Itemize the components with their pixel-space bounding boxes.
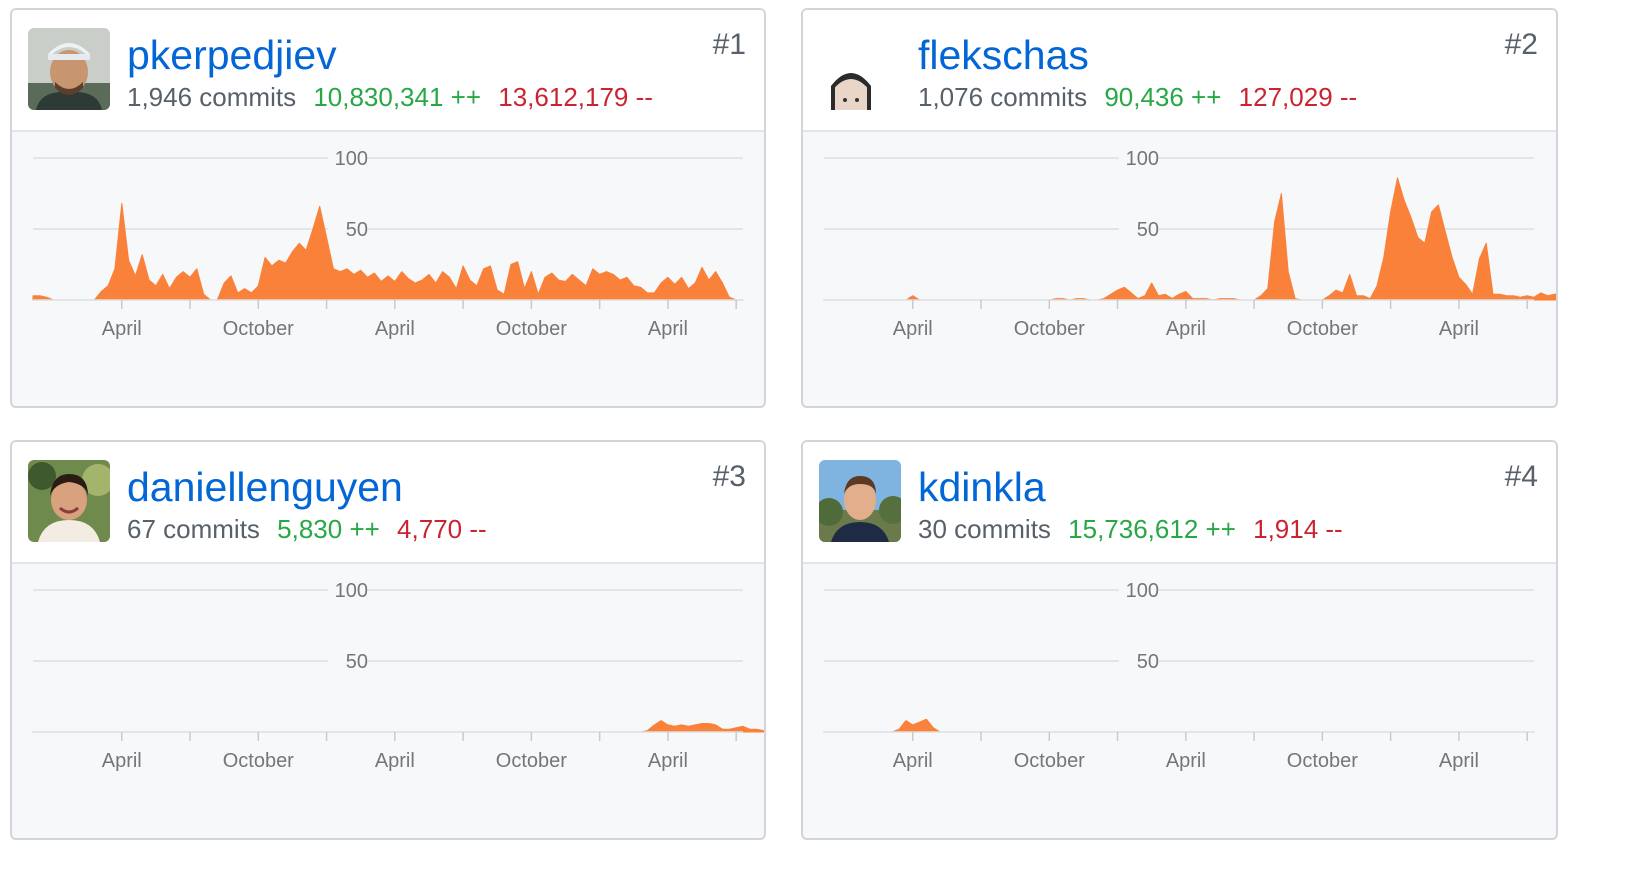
username-link[interactable]: kdinkla (918, 463, 1046, 511)
rank-badge: #4 (1504, 460, 1538, 493)
x-tick-label: April (648, 318, 688, 340)
contribution-chart: 50 100 April October April October April (823, 579, 1535, 772)
deletions-count: 127,029 -- (1238, 82, 1358, 112)
y-tick-label: 100 (335, 148, 368, 170)
y-tick-label: 50 (346, 651, 368, 673)
contributor-card: flekschas 1,076 commits 90,436 ++ 127,02… (801, 8, 1558, 408)
x-tick-label: April (375, 750, 415, 772)
contribution-stats: 1,076 commits 90,436 ++ 127,029 -- (918, 80, 1357, 114)
card-header: pkerpedjiev 1,946 commits 10,830,341 ++ … (12, 10, 764, 132)
commit-count: 1,076 commits (918, 82, 1088, 112)
x-tick-label: October (1287, 318, 1358, 340)
y-tick-label: 100 (1126, 148, 1159, 170)
contribution-chart: 50 100 April October April October April (823, 147, 1556, 340)
commit-area (823, 177, 1556, 301)
rank-badge: #2 (1504, 28, 1538, 61)
username-link[interactable]: daniellenguyen (127, 463, 403, 511)
photo-icon (28, 28, 110, 110)
contributor-card: pkerpedjiev 1,946 commits 10,830,341 ++ … (10, 8, 766, 408)
x-tick-label: October (223, 318, 294, 340)
x-tick-label: April (375, 318, 415, 340)
y-tick-label: 50 (346, 219, 368, 241)
card-header: kdinkla 30 commits 15,736,612 ++ 1,914 -… (803, 442, 1556, 564)
commit-area (32, 202, 744, 301)
additions-count: 90,436 ++ (1104, 82, 1222, 112)
photo-icon (28, 460, 110, 542)
deletions-count: 1,914 -- (1253, 514, 1343, 544)
x-tick-label: October (496, 318, 567, 340)
x-tick-label: April (893, 318, 933, 340)
x-tick-label: April (1166, 750, 1206, 772)
card-header: flekschas 1,076 commits 90,436 ++ 127,02… (803, 10, 1556, 132)
photo-icon (819, 28, 901, 110)
additions-count: 5,830 ++ (277, 514, 380, 544)
y-tick-label: 50 (1137, 219, 1159, 241)
x-tick-label: October (223, 750, 294, 772)
contribution-chart: 50 100 April October April October April (32, 147, 744, 340)
x-tick-label: April (102, 750, 142, 772)
x-tick-label: April (1166, 318, 1206, 340)
x-tick-label: April (1439, 750, 1479, 772)
x-tick-label: April (893, 750, 933, 772)
x-tick-label: October (1014, 318, 1085, 340)
avatar[interactable] (28, 460, 110, 542)
card-header: daniellenguyen 67 commits 5,830 ++ 4,770… (12, 442, 764, 564)
rank-badge: #3 (712, 460, 746, 493)
contribution-stats: 67 commits 5,830 ++ 4,770 -- (127, 512, 487, 546)
x-tick-label: October (496, 750, 567, 772)
username-link[interactable]: pkerpedjiev (127, 31, 337, 79)
x-tick-label: October (1014, 750, 1085, 772)
commit-count: 30 commits (918, 514, 1051, 544)
contribution-stats: 30 commits 15,736,612 ++ 1,914 -- (918, 512, 1343, 546)
x-tick-label: April (1439, 318, 1479, 340)
commit-area (32, 720, 764, 733)
deletions-count: 4,770 -- (397, 514, 487, 544)
avatar[interactable] (819, 460, 901, 542)
commit-count: 1,946 commits (127, 82, 297, 112)
avatar[interactable] (819, 28, 901, 110)
contribution-chart: 50 100 April October April October April (32, 579, 764, 772)
contribution-stats: 1,946 commits 10,830,341 ++ 13,612,179 -… (127, 80, 653, 114)
contributor-card: kdinkla 30 commits 15,736,612 ++ 1,914 -… (801, 440, 1558, 840)
x-tick-label: October (1287, 750, 1358, 772)
y-tick-label: 100 (335, 580, 368, 602)
contributor-card: daniellenguyen 67 commits 5,830 ++ 4,770… (10, 440, 766, 840)
deletions-count: 13,612,179 -- (498, 82, 653, 112)
x-tick-label: April (102, 318, 142, 340)
x-tick-label: April (648, 750, 688, 772)
rank-badge: #1 (712, 28, 746, 61)
photo-icon (819, 460, 901, 542)
commit-count: 67 commits (127, 514, 260, 544)
avatar[interactable] (28, 28, 110, 110)
commit-area (823, 718, 1535, 733)
y-tick-label: 100 (1126, 580, 1159, 602)
additions-count: 10,830,341 ++ (313, 82, 482, 112)
username-link[interactable]: flekschas (918, 31, 1089, 79)
y-tick-label: 50 (1137, 651, 1159, 673)
additions-count: 15,736,612 ++ (1068, 514, 1236, 544)
